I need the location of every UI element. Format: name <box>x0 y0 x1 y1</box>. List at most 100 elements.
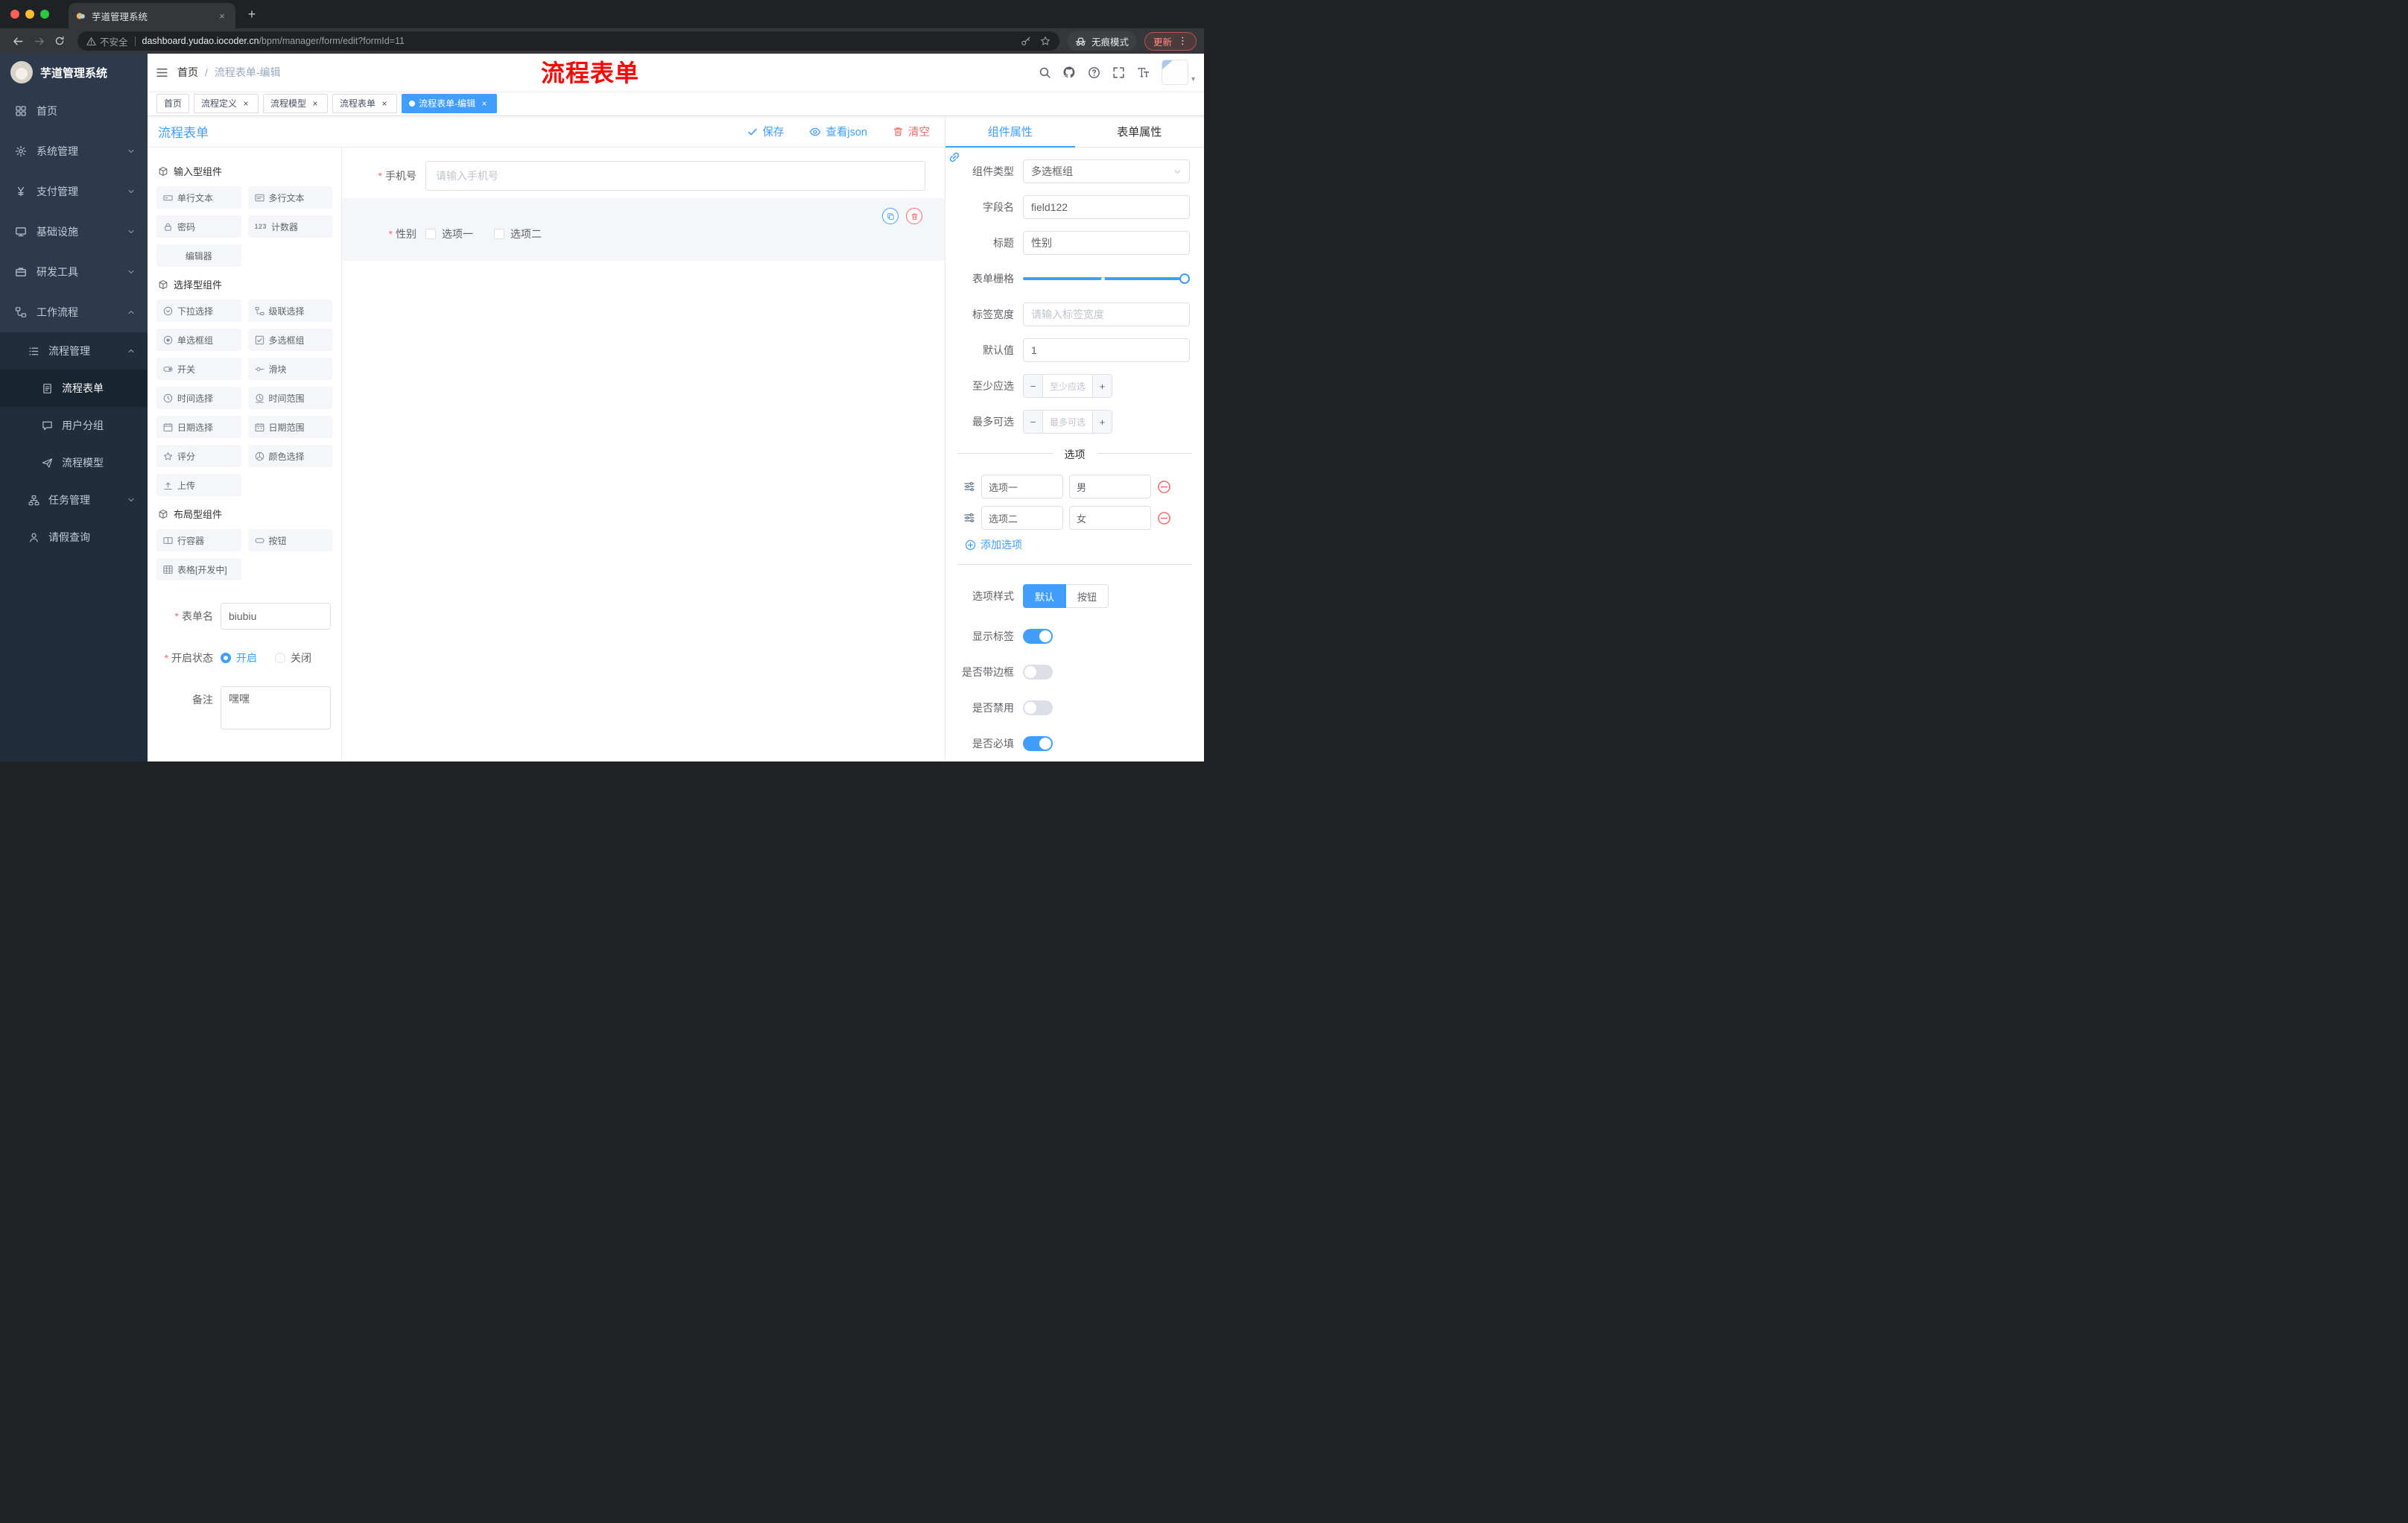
save-button[interactable]: 保存 <box>747 124 784 139</box>
tag-close-icon[interactable]: × <box>379 98 390 109</box>
sidebar-item-process-model[interactable]: 流程模型 <box>0 444 148 481</box>
palette-item-button[interactable]: 按钮 <box>247 529 332 551</box>
tag-close-icon[interactable]: × <box>310 98 320 109</box>
tab-close-icon[interactable]: × <box>216 10 228 22</box>
sidebar-item-process-management[interactable]: 流程管理 <box>0 332 148 370</box>
gender-option-2[interactable]: 选项二 <box>494 227 542 241</box>
show-label-toggle[interactable] <box>1023 629 1053 644</box>
decrease-button[interactable]: − <box>1024 411 1043 433</box>
security-chip[interactable]: 不安全 <box>86 34 128 48</box>
tab-form-props[interactable]: 表单属性 <box>1075 116 1205 147</box>
copy-component-button[interactable] <box>882 208 899 224</box>
delete-component-button[interactable] <box>906 208 922 224</box>
default-value-input[interactable] <box>1023 338 1190 362</box>
palette-item-time-range[interactable]: 时间范围 <box>247 387 332 409</box>
browser-tab[interactable]: 芋道管理系统 × <box>69 3 235 28</box>
tag-process-definition[interactable]: 流程定义 × <box>194 93 259 113</box>
add-option-button[interactable]: 添加选项 <box>965 537 1192 552</box>
sidebar-item-workflow[interactable]: 工作流程 <box>0 292 148 332</box>
disabled-toggle[interactable] <box>1023 700 1053 715</box>
font-size-icon[interactable] <box>1131 54 1156 91</box>
sidebar-item-leave-query[interactable]: 请假查询 <box>0 519 148 556</box>
tag-process-model[interactable]: 流程模型 × <box>263 93 329 113</box>
sidebar-item-infrastructure[interactable]: 基础设施 <box>0 212 148 252</box>
status-radio-off[interactable]: 关闭 <box>275 650 311 665</box>
component-type-select[interactable]: 多选框组 <box>1023 159 1190 183</box>
form-remark-input[interactable]: 嘿嘿 <box>221 686 331 729</box>
form-canvas[interactable]: 手机号 性别 选项一 <box>342 148 945 762</box>
user-avatar-menu[interactable]: ▾ <box>1161 60 1195 85</box>
style-button-button[interactable]: 按钮 <box>1066 584 1109 608</box>
view-json-button[interactable]: 查看json <box>809 124 867 139</box>
palette-item-switch[interactable]: 开关 <box>156 358 241 380</box>
palette-item-date-range[interactable]: 日期范围 <box>247 416 332 438</box>
help-icon[interactable] <box>1082 54 1106 91</box>
palette-item-row-container[interactable]: 行容器 <box>156 529 241 551</box>
sidebar-logo[interactable]: 芋道管理系统 <box>0 54 148 91</box>
decrease-button[interactable]: − <box>1024 375 1043 397</box>
sidebar-item-home[interactable]: 首页 <box>0 91 148 131</box>
palette-item-slider[interactable]: 滑块 <box>247 358 332 380</box>
new-tab-button[interactable]: + <box>241 4 262 25</box>
status-radio-on[interactable]: 开启 <box>221 650 257 665</box>
tag-process-form[interactable]: 流程表单 × <box>332 93 398 113</box>
phone-field-input[interactable] <box>425 161 925 191</box>
palette-item-table[interactable]: 表格[开发中] <box>156 558 241 580</box>
reload-button[interactable] <box>49 31 70 51</box>
option-2-value-input[interactable] <box>1069 506 1151 530</box>
sidebar-item-payment-management[interactable]: 支付管理 <box>0 171 148 212</box>
palette-item-color-picker[interactable]: 颜色选择 <box>247 445 332 467</box>
canvas-field-gender[interactable]: 性别 选项一 选项二 <box>342 198 945 261</box>
palette-item-editor[interactable]: 编辑器 <box>156 244 241 267</box>
sidebar-item-dev-tools[interactable]: 研发工具 <box>0 252 148 292</box>
forward-button[interactable] <box>28 31 49 51</box>
palette-item-textarea[interactable]: 多行文本 <box>247 186 332 209</box>
search-icon[interactable] <box>1033 54 1057 91</box>
tab-component-props[interactable]: 组件属性 <box>945 116 1075 148</box>
sidebar-item-task-management[interactable]: 任务管理 <box>0 481 148 519</box>
option-2-label-input[interactable] <box>981 506 1063 530</box>
window-zoom-button[interactable] <box>40 10 49 19</box>
slider-handle[interactable] <box>1179 273 1191 284</box>
palette-item-password[interactable]: 密码 <box>156 215 241 238</box>
grid-slider[interactable] <box>1023 267 1191 291</box>
chrome-update-button[interactable]: 更新 ⋮ <box>1144 31 1197 51</box>
palette-item-select[interactable]: 下拉选择 <box>156 300 241 322</box>
drag-handle-icon[interactable] <box>963 512 975 524</box>
max-select-placeholder[interactable]: 最多可选 <box>1043 411 1092 433</box>
min-select-placeholder[interactable]: 至少应选 <box>1043 375 1092 397</box>
sidebar-item-system-management[interactable]: 系统管理 <box>0 131 148 171</box>
drag-handle-icon[interactable] <box>963 481 975 493</box>
option-1-label-input[interactable] <box>981 475 1063 498</box>
browser-menu-icon[interactable]: ⋮ <box>1178 35 1188 47</box>
sidebar-item-user-group[interactable]: 用户分组 <box>0 407 148 444</box>
palette-item-checkbox-group[interactable]: 多选框组 <box>247 329 332 351</box>
form-name-input[interactable] <box>221 603 331 630</box>
increase-button[interactable]: + <box>1092 411 1112 433</box>
palette-item-time-picker[interactable]: 时间选择 <box>156 387 241 409</box>
palette-item-radio-group[interactable]: 单选框组 <box>156 329 241 351</box>
password-key-icon[interactable] <box>1021 36 1031 46</box>
canvas-field-phone[interactable]: 手机号 <box>342 161 945 191</box>
window-minimize-button[interactable] <box>25 10 34 19</box>
fullscreen-icon[interactable] <box>1106 54 1131 91</box>
border-toggle[interactable] <box>1023 665 1053 680</box>
tag-close-icon[interactable]: × <box>241 98 251 109</box>
palette-item-date-picker[interactable]: 日期选择 <box>156 416 241 438</box>
required-toggle[interactable] <box>1023 736 1053 751</box>
clear-button[interactable]: 清空 <box>893 124 930 139</box>
palette-item-counter[interactable]: 123 计数器 <box>247 215 332 238</box>
field-name-input[interactable] <box>1023 195 1190 219</box>
palette-item-upload[interactable]: 上传 <box>156 474 241 496</box>
label-width-input[interactable] <box>1023 303 1190 326</box>
tag-home[interactable]: 首页 <box>156 93 190 113</box>
link-icon[interactable] <box>948 151 961 164</box>
remove-option-icon[interactable] <box>1157 511 1171 525</box>
gender-option-1[interactable]: 选项一 <box>425 227 473 241</box>
github-icon[interactable] <box>1057 54 1082 91</box>
palette-item-cascader[interactable]: 级联选择 <box>247 300 332 322</box>
increase-button[interactable]: + <box>1092 375 1112 397</box>
style-default-button[interactable]: 默认 <box>1023 584 1067 608</box>
window-close-button[interactable] <box>10 10 19 19</box>
title-input[interactable] <box>1023 231 1190 255</box>
